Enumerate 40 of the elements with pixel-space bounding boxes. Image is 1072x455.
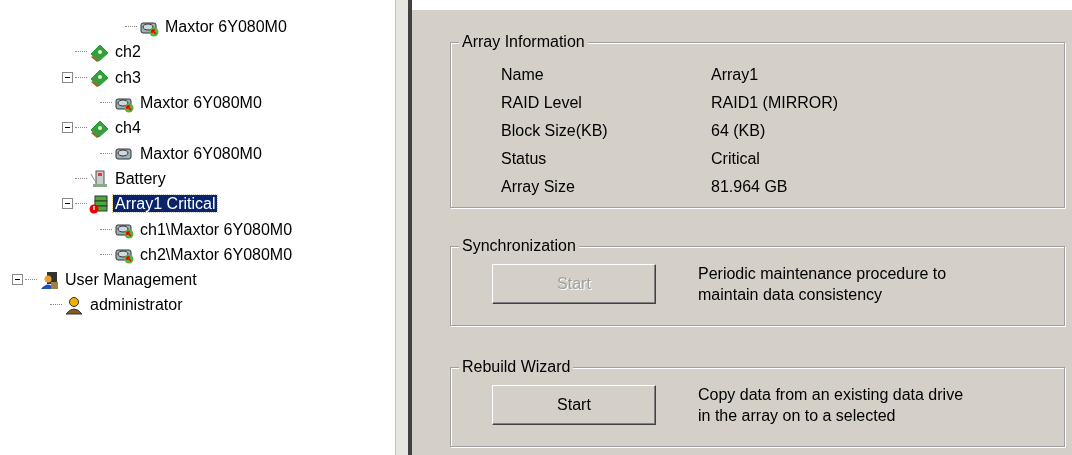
description-text: Periodic maintenance procedure to maintain data consistency xyxy=(698,264,948,305)
collapse-toggle[interactable] xyxy=(12,274,23,286)
tree-item[interactable]: ch2 xyxy=(113,43,143,61)
tree-item[interactable]: administrator xyxy=(88,296,185,314)
users-icon xyxy=(41,271,58,289)
field-label: Status xyxy=(501,149,548,169)
tree-item[interactable]: Battery xyxy=(113,169,168,187)
tree-item[interactable]: User Management xyxy=(63,271,199,289)
user-icon xyxy=(65,296,83,315)
tree-item[interactable]: Maxtor 6Y080M0 xyxy=(138,94,264,112)
field-label: Name xyxy=(501,65,545,85)
field-label: Block Size(KB) xyxy=(501,121,609,141)
tree-item[interactable]: Array1 Critical xyxy=(113,195,218,213)
group-title: Synchronization xyxy=(459,237,579,255)
circuit-board-icon xyxy=(90,44,109,62)
hard-disk-icon xyxy=(115,148,132,160)
tree-item[interactable]: ch4 xyxy=(113,119,143,137)
start-button[interactable]: Start xyxy=(492,385,656,425)
tree-item[interactable]: Maxtor 6Y080M0 xyxy=(163,18,289,36)
collapse-toggle[interactable] xyxy=(62,71,73,83)
group-title: Array Information xyxy=(459,33,588,51)
field-value: Array1 xyxy=(711,65,759,85)
field-value: RAID1 (MIRROR) xyxy=(711,93,839,113)
tree-item[interactable]: ch3 xyxy=(113,68,143,86)
tree-item[interactable]: Maxtor 6Y080M0 xyxy=(138,144,264,162)
tree-item[interactable]: ch2\Maxtor 6Y080M0 xyxy=(138,245,295,263)
collapse-toggle[interactable] xyxy=(62,198,73,210)
battery-icon xyxy=(90,170,107,188)
collapse-toggle[interactable] xyxy=(62,122,73,134)
circuit-board-icon xyxy=(90,120,109,138)
field-value: 64 (KB) xyxy=(711,121,766,141)
description-text: Copy data from an existing data drive in the array on to a selected xyxy=(698,385,965,426)
circuit-board-icon xyxy=(90,69,109,88)
disk-array-icon xyxy=(89,195,108,214)
tree-item[interactable]: ch1\Maxtor 6Y080M0 xyxy=(138,220,295,238)
field-label: Array Size xyxy=(501,177,576,197)
splitter-bar[interactable] xyxy=(395,0,412,455)
field-value: 81.964 GB xyxy=(711,177,788,197)
field-value: Critical xyxy=(711,149,760,169)
field-label: RAID Level xyxy=(501,93,583,113)
